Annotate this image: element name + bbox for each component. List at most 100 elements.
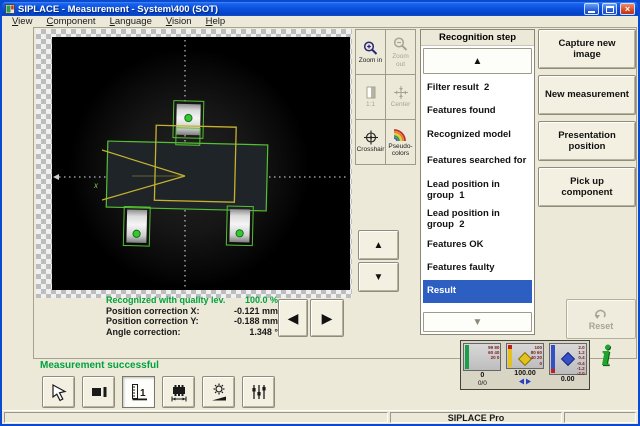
result-gauges: 99 80 60 40 20 0 0 0/0 100 80 60 40 20 0…	[460, 340, 590, 390]
menu-help[interactable]: Help	[199, 16, 233, 27]
component-icon	[89, 383, 109, 401]
lead-top-center-dot	[185, 114, 192, 121]
step-item-lead-group-2[interactable]: Lead position in group 2	[423, 205, 532, 234]
step-item-features-found[interactable]: Features found	[423, 99, 532, 123]
step-item-features-ok[interactable]: Features OK	[423, 234, 532, 257]
lead-bottom-right	[229, 209, 250, 242]
quality-gauge-count: 0/0	[478, 380, 487, 387]
title-bar: SIPLACE - Measurement - System\400 (SOT)…	[2, 2, 638, 16]
zoom-in-button[interactable]: Zoom in	[355, 29, 386, 75]
component-view-button[interactable]	[82, 376, 115, 408]
capture-new-image-button[interactable]: Capture new image	[538, 29, 636, 69]
up-arrow-icon: ▲	[473, 56, 483, 67]
reset-button[interactable]: Reset	[566, 299, 636, 339]
step-item-features-searched[interactable]: Features searched for	[423, 147, 532, 176]
next-result-button[interactable]: ▶	[310, 299, 344, 337]
maximize-icon	[606, 6, 614, 13]
step-item-lead-group-1[interactable]: Lead position in group 1	[423, 176, 532, 205]
statusbar-left-cell	[4, 412, 388, 423]
down-arrow-icon: ▼	[473, 317, 483, 328]
previous-result-button[interactable]: ◀	[278, 299, 308, 337]
position-correction-x: Position correction X: -0.121 mm	[106, 306, 278, 317]
illumination-button[interactable]	[202, 376, 235, 408]
angle-gauge-ticks: 2.0 1.2 0.4 -0.4 -1.2 -2.0	[573, 345, 585, 376]
angle-bar-limit	[551, 369, 555, 373]
vision-overlay: x	[36, 29, 352, 298]
select-tool-button[interactable]	[42, 376, 75, 408]
pseudo-colors-icon	[391, 127, 411, 142]
menu-view[interactable]: View	[5, 16, 39, 27]
app-window: SIPLACE - Measurement - System\400 (SOT)…	[0, 0, 640, 426]
right-arrow-icon: ▶	[322, 310, 333, 327]
quality-gauge[interactable]: 99 80 60 40 20 0 0 0/0	[462, 343, 503, 387]
recognition-step-list: ▲ Filter result 2 Features found Recogni…	[421, 46, 534, 334]
crosshair-button[interactable]: Crosshair	[355, 119, 386, 165]
recognition-panel: Recognition step ▲ Filter result 2 Featu…	[420, 29, 535, 335]
minimize-button[interactable]	[584, 3, 599, 15]
angle-gauge[interactable]: 2.0 1.2 0.4 -0.4 -1.2 -2.0 0.00	[547, 343, 588, 387]
zoom-out-button[interactable]: Zoom out	[385, 29, 416, 75]
step-item-recognized-model[interactable]: Recognized model	[423, 123, 532, 147]
vision-settings-button[interactable]	[242, 376, 275, 408]
maximize-button[interactable]	[602, 3, 617, 15]
position-gauge-ticks: 100 80 60 40 20 0	[530, 345, 542, 366]
next-step-button[interactable]: ▼	[358, 262, 399, 292]
center-icon	[393, 85, 409, 100]
cursor-arrow-icon	[49, 382, 69, 402]
one-to-one-button[interactable]: 1:1	[355, 74, 386, 120]
pseudo-colors-button[interactable]: Pseudo-colors	[385, 119, 416, 165]
brightness-icon	[209, 382, 229, 402]
client-area: x	[2, 27, 638, 410]
angle-gauge-value: 0.00	[561, 376, 575, 384]
presentation-position-button[interactable]: Presentation position	[538, 121, 636, 161]
component-measure-button[interactable]	[162, 376, 195, 408]
bottom-toolbar: 1	[42, 376, 275, 408]
position-bar-limit	[508, 345, 512, 349]
quality-bar	[465, 345, 469, 369]
camera-image[interactable]: x	[36, 29, 352, 298]
component-group	[105, 99, 269, 249]
quality-gauge-value: 0	[480, 372, 484, 380]
position-gauge-range-icon	[518, 378, 532, 387]
position-gauge[interactable]: 100 80 60 40 20 0 100.00	[505, 343, 546, 387]
axis-arrow	[53, 174, 59, 180]
step-item-features-faulty[interactable]: Features faulty	[423, 257, 532, 280]
lead-bottom-left	[126, 210, 147, 243]
menu-component[interactable]: Component	[39, 16, 102, 27]
minimize-icon	[588, 11, 595, 13]
image-tool-grid: Zoom in Zoom out 1:1	[355, 29, 415, 164]
undo-arrow-icon	[593, 308, 609, 320]
step-scroll-down-button[interactable]: ▼	[423, 312, 532, 332]
center-button[interactable]: Center	[385, 74, 416, 120]
blue-arrows-icon	[518, 378, 532, 385]
lead-bottom-left-dot	[133, 230, 140, 237]
status-bar: SIPLACE Pro	[2, 410, 638, 424]
one-to-one-icon	[363, 85, 379, 100]
menu-language[interactable]: Language	[103, 16, 159, 27]
new-measurement-button[interactable]: New measurement	[538, 75, 636, 115]
quality-line: Recognized with quality lev. 100.0 %	[106, 295, 278, 306]
step-item-filter-result[interactable]: Filter result 2	[423, 77, 532, 99]
measure-ruler-icon: 1	[129, 382, 149, 402]
sliders-icon	[249, 382, 269, 402]
pick-up-component-button[interactable]: Pick up component	[538, 167, 636, 207]
zoom-in-icon	[362, 40, 380, 56]
step-item-result[interactable]: Result	[423, 280, 532, 303]
position-correction-y: Position correction Y: -0.188 mm	[106, 316, 278, 327]
angle-correction: Angle correction: 1.348 °	[106, 327, 278, 338]
statusbar-right-cell	[564, 412, 636, 423]
info-icon[interactable]: i	[601, 343, 611, 370]
measurement-tool-button[interactable]: 1	[122, 376, 155, 408]
lead-bottom-right-dot	[236, 230, 243, 237]
close-button[interactable]: ×	[620, 3, 635, 15]
menu-vision[interactable]: Vision	[159, 16, 199, 27]
statusbar-app-cell: SIPLACE Pro	[390, 412, 562, 423]
previous-step-button[interactable]: ▲	[358, 230, 399, 260]
chip-measure-icon	[169, 382, 189, 402]
left-arrow-icon: ◀	[288, 310, 299, 327]
svg-text:1: 1	[140, 388, 146, 399]
quality-gauge-ticks: 99 80 60 40 20 0	[487, 345, 499, 361]
step-scroll-up-button[interactable]: ▲	[423, 48, 532, 74]
result-readout: Recognized with quality lev. 100.0 % Pos…	[106, 295, 278, 337]
status-message: Measurement successful	[40, 360, 159, 371]
